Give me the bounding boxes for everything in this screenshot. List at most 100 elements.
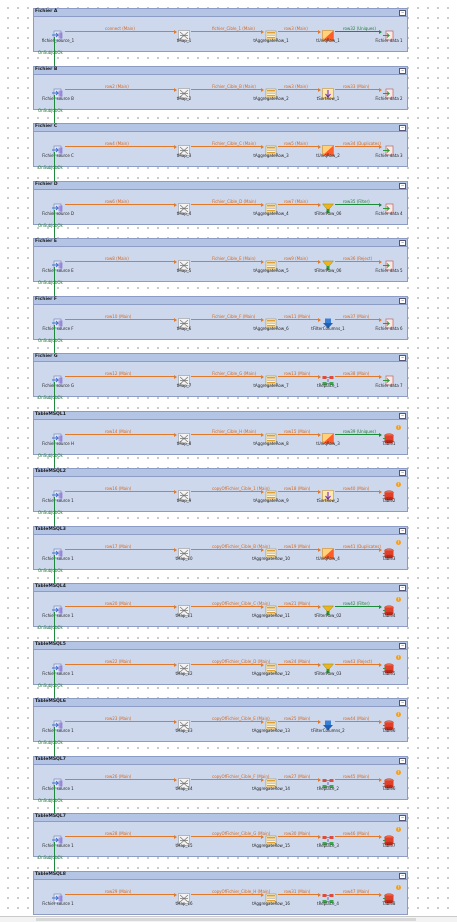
flow-connection[interactable] bbox=[335, 664, 380, 665]
source-component[interactable] bbox=[52, 199, 64, 214]
collapse-subjob-button[interactable]: − bbox=[399, 643, 406, 649]
process-component[interactable] bbox=[322, 486, 334, 501]
warning-icon[interactable]: ! bbox=[396, 827, 401, 832]
flow-connection[interactable] bbox=[65, 721, 175, 722]
map-component[interactable] bbox=[178, 256, 190, 271]
flow-label[interactable]: row21 (Main) bbox=[284, 601, 310, 606]
flow-connection[interactable] bbox=[335, 836, 380, 837]
flow-connection[interactable] bbox=[191, 721, 262, 722]
collapse-subjob-button[interactable]: − bbox=[399, 700, 406, 706]
warning-icon[interactable]: ! bbox=[396, 597, 401, 602]
trigger-label[interactable]: OnSubjobOk bbox=[38, 50, 63, 55]
process-component[interactable] bbox=[322, 889, 334, 903]
process-component[interactable] bbox=[322, 314, 334, 329]
warning-icon[interactable]: ! bbox=[396, 885, 401, 890]
flow-connection[interactable] bbox=[335, 261, 380, 262]
source-component[interactable] bbox=[52, 141, 64, 156]
flow-label[interactable]: Fichier_Cible_B (Main) bbox=[212, 84, 256, 89]
aggregate-component[interactable] bbox=[265, 141, 277, 156]
collapse-subjob-button[interactable]: − bbox=[399, 10, 406, 16]
collapse-subjob-button[interactable]: − bbox=[399, 355, 406, 361]
process-component[interactable] bbox=[321, 199, 335, 214]
process-component[interactable] bbox=[322, 84, 334, 99]
flow-label[interactable]: row29 (Main) bbox=[105, 889, 131, 894]
flow-connection[interactable] bbox=[335, 491, 380, 492]
subjob-header[interactable]: TableMSQL7 − bbox=[34, 757, 407, 765]
flow-label[interactable]: row10 (Main) bbox=[105, 314, 131, 319]
aggregate-component[interactable] bbox=[265, 889, 277, 904]
subjob-header[interactable]: Fichier F − bbox=[34, 297, 407, 305]
aggregate-component[interactable] bbox=[265, 716, 277, 731]
flow-label[interactable]: row27 (Main) bbox=[284, 774, 310, 779]
process-component[interactable] bbox=[322, 26, 334, 41]
flow-connection[interactable] bbox=[65, 434, 175, 435]
aggregate-component[interactable] bbox=[265, 256, 277, 271]
subjob-header[interactable]: Fichier B − bbox=[34, 67, 407, 75]
flow-connection[interactable] bbox=[65, 319, 175, 320]
flow-connection[interactable] bbox=[191, 606, 262, 607]
trigger-label[interactable]: OnSubjobOk bbox=[38, 568, 63, 573]
flow-connection[interactable] bbox=[191, 319, 262, 320]
flow-label[interactable]: fichier_Cible_1 (Main) bbox=[212, 26, 255, 31]
flow-connection[interactable] bbox=[278, 434, 319, 435]
flow-connection[interactable] bbox=[278, 491, 319, 492]
trigger-label[interactable]: OnSubjobOk bbox=[38, 798, 63, 803]
flow-connection[interactable] bbox=[65, 146, 175, 147]
trigger-label[interactable]: OnSubjobOk bbox=[38, 223, 63, 228]
process-component[interactable] bbox=[321, 659, 335, 674]
map-component[interactable] bbox=[178, 601, 190, 616]
process-component[interactable] bbox=[322, 429, 334, 444]
flow-label[interactable]: copyOfFichier_Cible_1 (Main) bbox=[212, 486, 270, 491]
flow-connection[interactable] bbox=[278, 89, 319, 90]
warning-icon[interactable]: ! bbox=[396, 425, 401, 430]
flow-connection[interactable] bbox=[278, 549, 319, 550]
aggregate-component[interactable] bbox=[265, 26, 277, 41]
flow-connection[interactable] bbox=[278, 31, 319, 32]
flow-label[interactable]: row6 (Main) bbox=[105, 199, 129, 204]
output-component[interactable] bbox=[383, 659, 395, 674]
output-component[interactable] bbox=[383, 716, 395, 731]
flow-label[interactable]: row35 (Filter) bbox=[343, 199, 370, 204]
flow-connection[interactable] bbox=[191, 31, 262, 32]
trigger-label[interactable]: OnSubjobOk bbox=[38, 510, 63, 515]
subjob-header[interactable]: TableMSQL2 − bbox=[34, 469, 407, 477]
flow-connection[interactable] bbox=[65, 89, 175, 90]
map-component[interactable] bbox=[178, 831, 190, 846]
flow-label[interactable]: row13 (Main) bbox=[284, 371, 310, 376]
flow-connection[interactable] bbox=[191, 894, 262, 895]
collapse-subjob-button[interactable]: − bbox=[399, 125, 406, 131]
flow-connection[interactable] bbox=[278, 319, 319, 320]
flow-connection[interactable] bbox=[278, 204, 319, 205]
trigger-label[interactable]: OnSubjobOk bbox=[38, 453, 63, 458]
flow-connection[interactable] bbox=[278, 721, 319, 722]
flow-connection[interactable] bbox=[65, 491, 175, 492]
source-component[interactable] bbox=[52, 544, 64, 559]
subjob-header[interactable]: TableMSQL6 − bbox=[34, 699, 407, 707]
map-component[interactable] bbox=[178, 659, 190, 674]
flow-label[interactable]: copyOfFichier_Cible_G (Main) bbox=[212, 831, 270, 836]
flow-connection[interactable] bbox=[335, 204, 380, 205]
aggregate-component[interactable] bbox=[265, 429, 277, 444]
flow-label[interactable]: row20 (Main) bbox=[105, 601, 131, 606]
flow-label[interactable]: row8 (Main) bbox=[105, 256, 129, 261]
flow-label[interactable]: row3 (Main) bbox=[284, 26, 308, 31]
process-component[interactable] bbox=[321, 256, 335, 271]
flow-connection[interactable] bbox=[191, 491, 262, 492]
subjob-header[interactable]: Fichier A − bbox=[34, 9, 407, 17]
flow-connection[interactable] bbox=[278, 894, 319, 895]
output-component[interactable] bbox=[383, 141, 395, 156]
flow-label[interactable]: row38 (Main) bbox=[343, 371, 369, 376]
output-component[interactable] bbox=[383, 831, 395, 846]
warning-icon[interactable]: ! bbox=[396, 712, 401, 717]
map-component[interactable] bbox=[178, 371, 190, 386]
map-component[interactable] bbox=[178, 429, 190, 444]
flow-label[interactable]: row39 (Uniques) bbox=[343, 429, 376, 434]
horizontal-scrollbar[interactable] bbox=[0, 916, 457, 922]
warning-icon[interactable]: ! bbox=[396, 655, 401, 660]
process-component[interactable] bbox=[321, 601, 335, 616]
flow-connection[interactable] bbox=[335, 549, 380, 550]
trigger-label[interactable]: OnSubjobOk bbox=[38, 395, 63, 400]
flow-label[interactable]: connect (Main) bbox=[105, 26, 135, 31]
aggregate-component[interactable] bbox=[265, 199, 277, 214]
map-component[interactable] bbox=[178, 544, 190, 559]
